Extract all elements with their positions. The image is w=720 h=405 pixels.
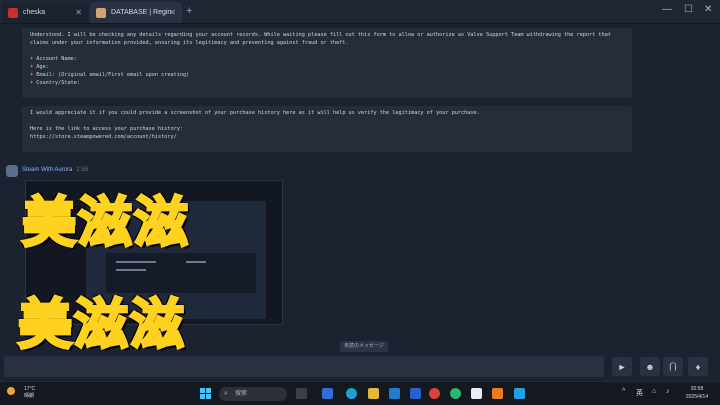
volume-icon[interactable]: ♪ — [666, 388, 670, 395]
tab-label: cheska — [23, 9, 46, 16]
sender-name[interactable]: Steam With Aurora — [22, 167, 72, 173]
sender-line: Steam With Aurora 2:58 — [22, 167, 88, 173]
form-line: ♦ Country/State: — [30, 80, 80, 86]
weather-desc: 晴朗 — [24, 393, 35, 399]
message-time: 2:58 — [76, 167, 89, 173]
store-icon[interactable] — [410, 388, 421, 399]
watermark-overlay-top: 美滋滋 — [21, 190, 190, 256]
message-input[interactable] — [4, 356, 604, 377]
watermark-overlay-bottom: 美滋滋 — [17, 292, 186, 358]
search-icon: ⌕ — [224, 390, 228, 397]
screenshot-line — [186, 261, 206, 263]
close-icon[interactable]: ✕ — [169, 8, 176, 17]
message-form-request: Understood. I will be checking any detai… — [22, 28, 632, 98]
clock[interactable]: 20:58 2025/4/14 — [680, 385, 714, 401]
edge-icon[interactable] — [346, 388, 357, 399]
form-line: ♦ Email: (Original email/First email upo… — [30, 72, 190, 78]
tab-bar: cheska ✕ DATABASE | Regin ✕ + — ☐ ✕ — [0, 0, 720, 24]
unread-messages-pill[interactable]: 未読のメッセージ — [340, 341, 388, 352]
task-view-icon[interactable] — [296, 388, 307, 399]
app-icon[interactable] — [389, 388, 400, 399]
file-explorer-icon[interactable] — [368, 388, 379, 399]
clock-date: 2025/4/14 — [685, 394, 709, 400]
form-line: ♦ Account Name: — [30, 56, 77, 62]
new-tab-icon[interactable]: + — [186, 5, 192, 17]
message-text: Understood. I will be checking any detai… — [30, 32, 611, 46]
widgets-icon[interactable] — [322, 388, 333, 399]
taskbar-search[interactable]: ⌕ 搜索 — [219, 387, 287, 401]
screenshot-line — [116, 269, 146, 271]
tab-avatar — [8, 7, 18, 18]
emoji-icon[interactable]: ☻ — [640, 357, 660, 376]
send-icon[interactable]: ► — [612, 357, 632, 376]
message-purchase-history: I would appreciate it if you could provi… — [22, 106, 632, 152]
history-link[interactable]: https://store.steampowered.com/account/h… — [30, 133, 624, 141]
weather-temp: 17°C — [24, 386, 36, 392]
message-text: Here is the link to access your purchase… — [30, 126, 184, 132]
taskbar: 17°C 晴朗 ⌕ 搜索 ^ 英 ⌂ ♪ 20:58 2025/4/14 — [0, 381, 720, 405]
message-text: I would appreciate it if you could provi… — [30, 110, 480, 116]
tab-label: DATABASE | Regin — [111, 9, 172, 16]
tab-avatar — [96, 7, 106, 18]
composer-bar: ► ☻ ⋂ ♦ — [0, 353, 720, 380]
network-icon[interactable]: ⌂ — [652, 388, 656, 395]
close-button[interactable]: ✕ — [704, 4, 712, 15]
search-placeholder: 搜索 — [235, 391, 248, 397]
tab-cheska[interactable]: cheska ✕ — [2, 2, 88, 23]
windows-start-icon[interactable] — [200, 388, 211, 399]
maximize-button[interactable]: ☐ — [684, 4, 693, 15]
edge-dev-icon[interactable] — [450, 388, 461, 399]
avatar[interactable] — [6, 165, 18, 177]
telegram-icon[interactable] — [514, 388, 525, 399]
app-orange-icon[interactable] — [492, 388, 503, 399]
notepad-icon[interactable] — [471, 388, 482, 399]
close-icon[interactable]: ✕ — [75, 8, 82, 17]
attach-icon[interactable]: ⋂ — [663, 357, 683, 376]
screenshot-line — [116, 261, 156, 263]
gift-icon[interactable]: ♦ — [688, 357, 708, 376]
tab-database-region[interactable]: DATABASE | Regin ✕ — [90, 2, 182, 23]
input-language[interactable]: 英 — [636, 388, 643, 398]
minimize-button[interactable]: — — [662, 4, 672, 15]
sun-icon — [7, 387, 15, 395]
clock-time: 20:58 — [690, 386, 704, 392]
chevron-up-icon[interactable]: ^ — [622, 388, 625, 395]
chrome-icon[interactable] — [429, 388, 440, 399]
form-line: ♦ Age: — [30, 64, 49, 70]
